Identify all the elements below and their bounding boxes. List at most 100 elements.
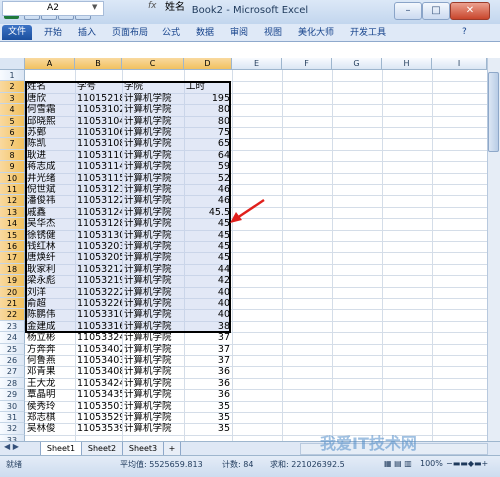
row-header-31[interactable]: 31 bbox=[0, 412, 25, 424]
cell-college[interactable]: 计算机学院 bbox=[124, 173, 184, 184]
cell-hours[interactable]: 35 bbox=[186, 401, 232, 412]
column-header-f[interactable]: F bbox=[282, 58, 332, 70]
cell-hours[interactable]: 75 bbox=[186, 127, 232, 138]
cell-name[interactable]: 姓名 bbox=[27, 81, 75, 92]
cell-name[interactable]: 徐锈健 bbox=[27, 230, 75, 241]
cell-name[interactable]: 陈鹏伟 bbox=[27, 309, 75, 320]
cell-id[interactable]: 11053205 bbox=[77, 252, 122, 263]
cell-hours[interactable]: 46 bbox=[186, 195, 232, 206]
worksheet-grid[interactable]: ABCDEFGHI 1 2 3 4 5 6 7 8 9 10 11 12 13 14 15 16 17 18 19 2… bbox=[0, 58, 487, 441]
cell-name[interactable]: 蒋志成 bbox=[27, 161, 75, 172]
row-header-6[interactable]: 6 bbox=[0, 127, 25, 139]
cell-id[interactable]: 11053121 bbox=[77, 184, 122, 195]
cell-name[interactable]: 梁永彪 bbox=[27, 275, 75, 286]
row-header-18[interactable]: 18 bbox=[0, 263, 25, 276]
tab-beautify[interactable]: 美化大师 bbox=[298, 26, 334, 40]
cell-name[interactable]: 吴林俊 bbox=[27, 423, 75, 434]
cell-college[interactable]: 计算机学院 bbox=[124, 230, 184, 241]
cell-id[interactable]: 11015218 bbox=[77, 93, 122, 104]
row-header-16[interactable]: 16 bbox=[0, 241, 25, 253]
row-header-3[interactable]: 3 bbox=[0, 92, 25, 105]
column-header-c[interactable]: C bbox=[122, 58, 184, 70]
cell-id[interactable]: 11053435 bbox=[77, 389, 122, 400]
cell-id[interactable]: 11053122 bbox=[77, 195, 122, 206]
cell-hours[interactable]: 37 bbox=[186, 332, 232, 343]
row-header-10[interactable]: 10 bbox=[0, 172, 25, 184]
cell-hours[interactable]: 36 bbox=[186, 378, 232, 389]
cell-hours[interactable]: 80 bbox=[186, 104, 232, 115]
cell-hours[interactable]: 45 bbox=[186, 230, 232, 241]
row-header-9[interactable]: 9 bbox=[0, 161, 25, 173]
row-header-2[interactable]: 2 bbox=[0, 81, 25, 93]
cell-name[interactable]: 金建成 bbox=[27, 321, 75, 332]
cell-id[interactable]: 11053102 bbox=[77, 104, 122, 115]
zoom-level[interactable]: 100% bbox=[420, 459, 443, 468]
cell-hours[interactable]: 59 bbox=[186, 161, 232, 172]
cell-id[interactable]: 11053219 bbox=[77, 275, 122, 286]
help-icon[interactable]: ? bbox=[462, 27, 467, 37]
cell-name[interactable]: 井光绪 bbox=[27, 173, 75, 184]
column-header-e[interactable]: E bbox=[232, 58, 282, 70]
zoom-slider[interactable]: −▬▬◆▬+ bbox=[446, 459, 488, 468]
row-header-4[interactable]: 4 bbox=[0, 104, 25, 116]
sheet-nav-icon[interactable]: ◀ ▶ bbox=[4, 442, 19, 451]
cell-name[interactable]: 唐焕纤 bbox=[27, 252, 75, 263]
cell-id[interactable]: 11053402 bbox=[77, 344, 122, 355]
row-header-26[interactable]: 26 bbox=[0, 355, 25, 367]
cell-college[interactable]: 计算机学院 bbox=[124, 389, 184, 400]
view-normal-icon[interactable]: ▦ ▤ ▥ bbox=[384, 459, 412, 468]
cell-id[interactable]: 11053424 bbox=[77, 378, 122, 389]
vertical-scroll-thumb[interactable] bbox=[488, 72, 499, 152]
cell-id[interactable]: 11053408 bbox=[77, 366, 122, 377]
cell-id[interactable]: 11053110 bbox=[77, 150, 122, 161]
cell-college[interactable]: 计算机学院 bbox=[124, 275, 184, 286]
cell-college[interactable]: 计算机学院 bbox=[124, 378, 184, 389]
cell-id[interactable]: 11053108 bbox=[77, 138, 122, 149]
cell-hours[interactable]: 40 bbox=[186, 298, 232, 309]
row-header-23[interactable]: 23 bbox=[0, 320, 25, 333]
cell-id[interactable]: 学号 bbox=[77, 81, 122, 92]
cell-name[interactable]: 戚鑫 bbox=[27, 207, 75, 218]
cell-hours[interactable]: 37 bbox=[186, 344, 232, 355]
cell-id[interactable]: 11053310 bbox=[77, 309, 122, 320]
cell-hours[interactable]: 195 bbox=[186, 93, 232, 104]
insert-sheet-icon[interactable]: + bbox=[163, 442, 181, 456]
cell-name[interactable]: 陈凯 bbox=[27, 138, 75, 149]
cell-college[interactable]: 计算机学院 bbox=[124, 264, 184, 275]
cell-hours[interactable]: 52 bbox=[186, 173, 232, 184]
cell-name[interactable]: 杨立彬 bbox=[27, 332, 75, 343]
cell-college[interactable]: 计算机学院 bbox=[124, 218, 184, 229]
row-header-24[interactable]: 24 bbox=[0, 332, 25, 344]
cell-id[interactable]: 11053226 bbox=[77, 298, 122, 309]
cell-id[interactable]: 11053403 bbox=[77, 355, 122, 366]
cell-hours[interactable]: 37 bbox=[186, 355, 232, 366]
row-header-5[interactable]: 5 bbox=[0, 115, 25, 127]
cell-hours[interactable]: 44 bbox=[186, 264, 232, 275]
cell-id[interactable]: 11053529 bbox=[77, 412, 122, 423]
cell-college[interactable]: 计算机学院 bbox=[124, 93, 184, 104]
cell-college[interactable]: 计算机学院 bbox=[124, 150, 184, 161]
cell-name[interactable]: 何鲁燕 bbox=[27, 355, 75, 366]
cell-hours[interactable]: 42 bbox=[186, 275, 232, 286]
cell-hours[interactable]: 35 bbox=[186, 412, 232, 423]
cell-name[interactable]: 苏鄄 bbox=[27, 127, 75, 138]
cell-hours[interactable]: 38 bbox=[186, 321, 232, 332]
row-header-15[interactable]: 15 bbox=[0, 229, 25, 241]
column-header-g[interactable]: G bbox=[332, 58, 382, 70]
insert-function-icon[interactable]: fx bbox=[148, 1, 157, 11]
cell-id[interactable]: 11053212 bbox=[77, 264, 122, 275]
cell-college[interactable]: 计算机学院 bbox=[124, 207, 184, 218]
sheet-tab-2[interactable]: Sheet2 bbox=[81, 442, 123, 456]
tab-home[interactable]: 开始 bbox=[44, 26, 62, 40]
cell-hours[interactable]: 45.5 bbox=[186, 207, 232, 218]
cell-college[interactable]: 计算机学院 bbox=[124, 184, 184, 195]
cell-id[interactable]: 11053324 bbox=[77, 332, 122, 343]
cell-college[interactable]: 计算机学院 bbox=[124, 366, 184, 377]
cell-hours[interactable]: 35 bbox=[186, 423, 232, 434]
row-header-30[interactable]: 30 bbox=[0, 400, 25, 412]
cell-id[interactable]: 11053128 bbox=[77, 218, 122, 229]
row-header-13[interactable]: 13 bbox=[0, 206, 25, 219]
column-header-a[interactable]: A bbox=[25, 58, 75, 70]
row-header-17[interactable]: 17 bbox=[0, 252, 25, 264]
cell-college[interactable]: 计算机学院 bbox=[124, 309, 184, 320]
